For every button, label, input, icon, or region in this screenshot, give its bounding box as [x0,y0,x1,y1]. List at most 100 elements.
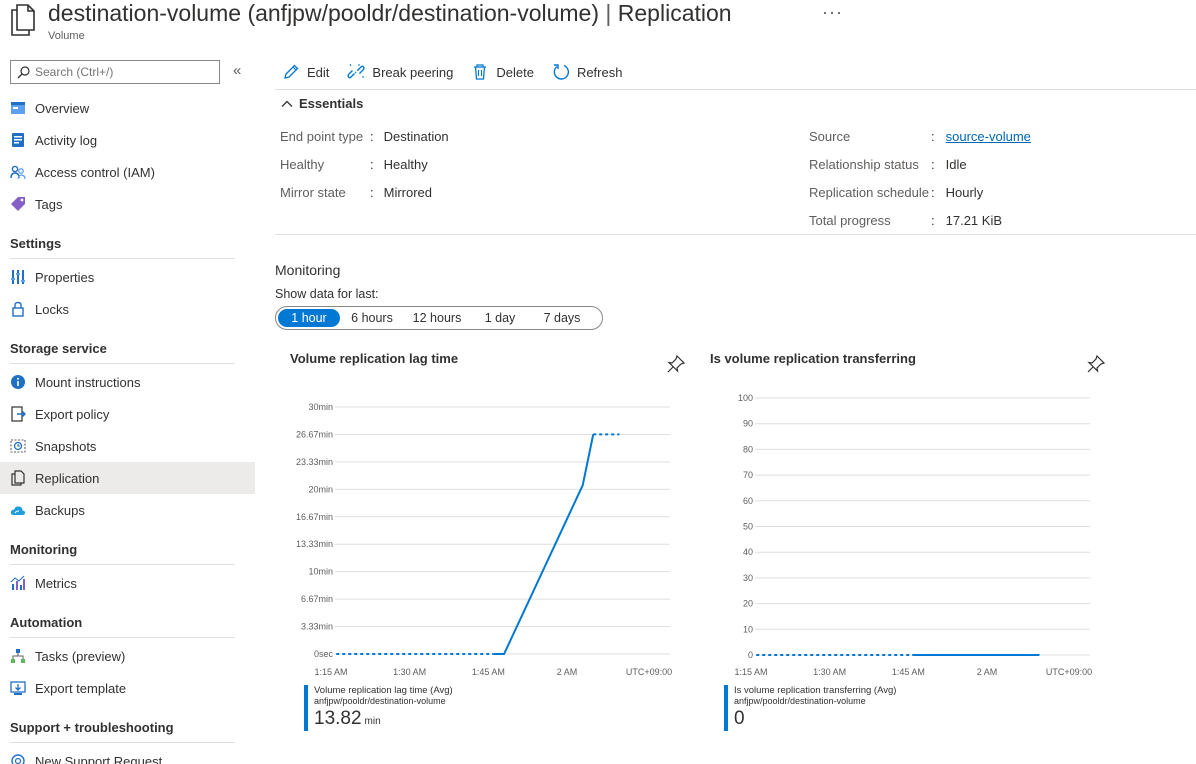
sidebar-item-replication[interactable]: Replication [0,462,255,494]
range-12-hours[interactable]: 12 hours [404,309,470,327]
essentials-row-schedule: Replication schedule: Hourly [809,185,984,200]
legend-value: 13.82 min [314,707,453,734]
x-tick-label: UTC+09:00 [1046,667,1092,677]
x-tick-label: 1:45 AM [892,667,925,677]
collapse-sidebar-button[interactable]: « [233,62,241,79]
y-tick-label: 50 [743,522,753,532]
time-range-selector: 1 hour 6 hours 12 hours 1 day 7 days [275,306,603,330]
sidebar-item-export-template[interactable]: Export template [0,672,255,704]
range-1-hour[interactable]: 1 hour [278,309,340,327]
relationship-status-value: Idle [945,157,967,172]
essentials-row-relationship: Relationship status: Idle [809,157,967,172]
sidebar-item-mount-instructions[interactable]: Mount instructions [0,366,255,398]
x-tick-label: 1:45 AM [472,667,505,677]
cloud-backup-icon [10,502,26,518]
endpoint-type-key: End point type [280,129,364,144]
legend-resource-name: anfjpw/pooldr/destination-volume [734,696,866,706]
x-tick-label: UTC+09:00 [626,667,672,677]
source-key: Source [809,129,851,144]
x-tick-label: 2 AM [977,667,998,677]
break-peering-label: Break peering [372,64,454,80]
sidebar-item-tasks[interactable]: Tasks (preview) [0,640,255,672]
delete-label: Delete [496,64,534,80]
refresh-button[interactable]: Refresh [552,63,622,81]
x-tick-label: 1:15 AM [314,667,347,677]
sidebar-item-label: Metrics [35,575,77,591]
sidebar-item-label: Access control (IAM) [35,164,155,180]
show-data-label: Show data for last: [275,287,379,301]
y-tick-label: 20min [308,484,333,494]
y-tick-label: 70 [743,470,753,480]
pin-icon[interactable] [1086,354,1106,374]
more-options-button[interactable]: ··· [822,2,843,23]
transferring-chart: 0 10 20 30 40 50 60 70 80 90 100 1:15 AM 1:30 AM 1:45… [734,393,1092,677]
export-policy-icon [10,406,26,422]
sidebar-item-backups[interactable]: Backups [0,494,255,526]
resource-type: Volume [48,30,85,42]
page-title: destination-volume (anfjpw/pooldr/destin… [48,0,732,27]
sidebar-item-locks[interactable]: Locks [0,293,255,325]
properties-icon [10,269,26,285]
y-tick-label: 26.67min [296,429,333,439]
activity-log-icon [10,132,26,148]
sidebar-item-tags[interactable]: Tags [0,188,255,220]
x-tick-label: 2 AM [557,667,578,677]
legend-metric-name: Is volume replication transferring (Avg) [734,685,897,696]
broken-link-icon [347,63,366,79]
tag-icon [10,196,26,212]
sidebar-item-metrics[interactable]: Metrics [0,567,255,599]
essentials-title: Essentials [299,96,364,111]
range-1-day[interactable]: 1 day [470,309,530,327]
break-peering-button[interactable]: Break peering [347,63,453,81]
export-template-icon [10,680,26,696]
y-tick-label: 80 [743,444,753,454]
chevron-up-icon [281,100,293,107]
lag-time-legend[interactable]: Volume replication lag time (Avg) anfjpw… [304,685,453,731]
y-tick-label: 10min [308,567,333,577]
sidebar-item-activity-log[interactable]: Activity log [0,124,255,156]
relationship-status-key: Relationship status [809,157,919,172]
sidebar-item-new-support-request[interactable]: New Support Request [0,745,255,764]
legend-resource-name: anfjpw/pooldr/destination-volume [314,696,446,706]
legend-unit: min [364,716,381,727]
healthy-value: Healthy [383,157,428,172]
info-icon [10,374,26,390]
y-tick-label: 20 [743,599,753,609]
search-box[interactable] [10,60,220,84]
sidebar-item-label: Activity log [35,132,98,148]
sidebar-section-monitoring: Monitoring [10,542,235,565]
range-6-hours[interactable]: 6 hours [340,309,404,327]
title-separator: | [605,0,612,26]
source-volume-link[interactable]: source-volume [946,129,1031,144]
essentials-row-source: Source: source-volume [809,129,1031,144]
sidebar-item-export-policy[interactable]: Export policy [0,398,255,430]
essentials-toggle[interactable]: Essentials [281,96,363,111]
y-tick-label: 100 [738,393,753,403]
toolbar-divider [275,89,1196,90]
total-progress-key: Total progress [809,213,891,228]
y-tick-label: 6.67min [301,594,333,604]
range-7-days[interactable]: 7 days [530,309,594,327]
delete-button[interactable]: Delete [471,63,534,81]
sidebar-item-label: Mount instructions [35,374,141,390]
transferring-legend[interactable]: Is volume replication transferring (Avg)… [724,685,896,731]
y-tick-label: 0sec [314,649,334,659]
y-tick-label: 16.67min [296,512,333,522]
sidebar-item-properties[interactable]: Properties [0,261,255,293]
legend-metric-name: Volume replication lag time (Avg) [314,685,453,696]
mirror-state-value: Mirrored [383,185,433,200]
sidebar-item-access-control[interactable]: Access control (IAM) [0,156,255,188]
pin-icon[interactable] [666,354,686,374]
sidebar-section-automation: Automation [10,615,235,638]
edit-button[interactable]: Edit [282,63,329,81]
sidebar-item-label: Properties [35,269,95,285]
trash-icon [474,64,487,80]
monitoring-title: Monitoring [275,262,341,278]
essentials-row-mirror-state: Mirror state: Mirrored [280,185,433,200]
sidebar-item-label: Tags [35,196,63,212]
sidebar-item-overview[interactable]: Overview [0,92,255,124]
sidebar-section-settings: Settings [10,236,235,259]
sidebar-item-snapshots[interactable]: Snapshots [0,430,255,462]
search-input[interactable] [35,65,205,79]
y-tick-label: 30min [308,402,333,412]
